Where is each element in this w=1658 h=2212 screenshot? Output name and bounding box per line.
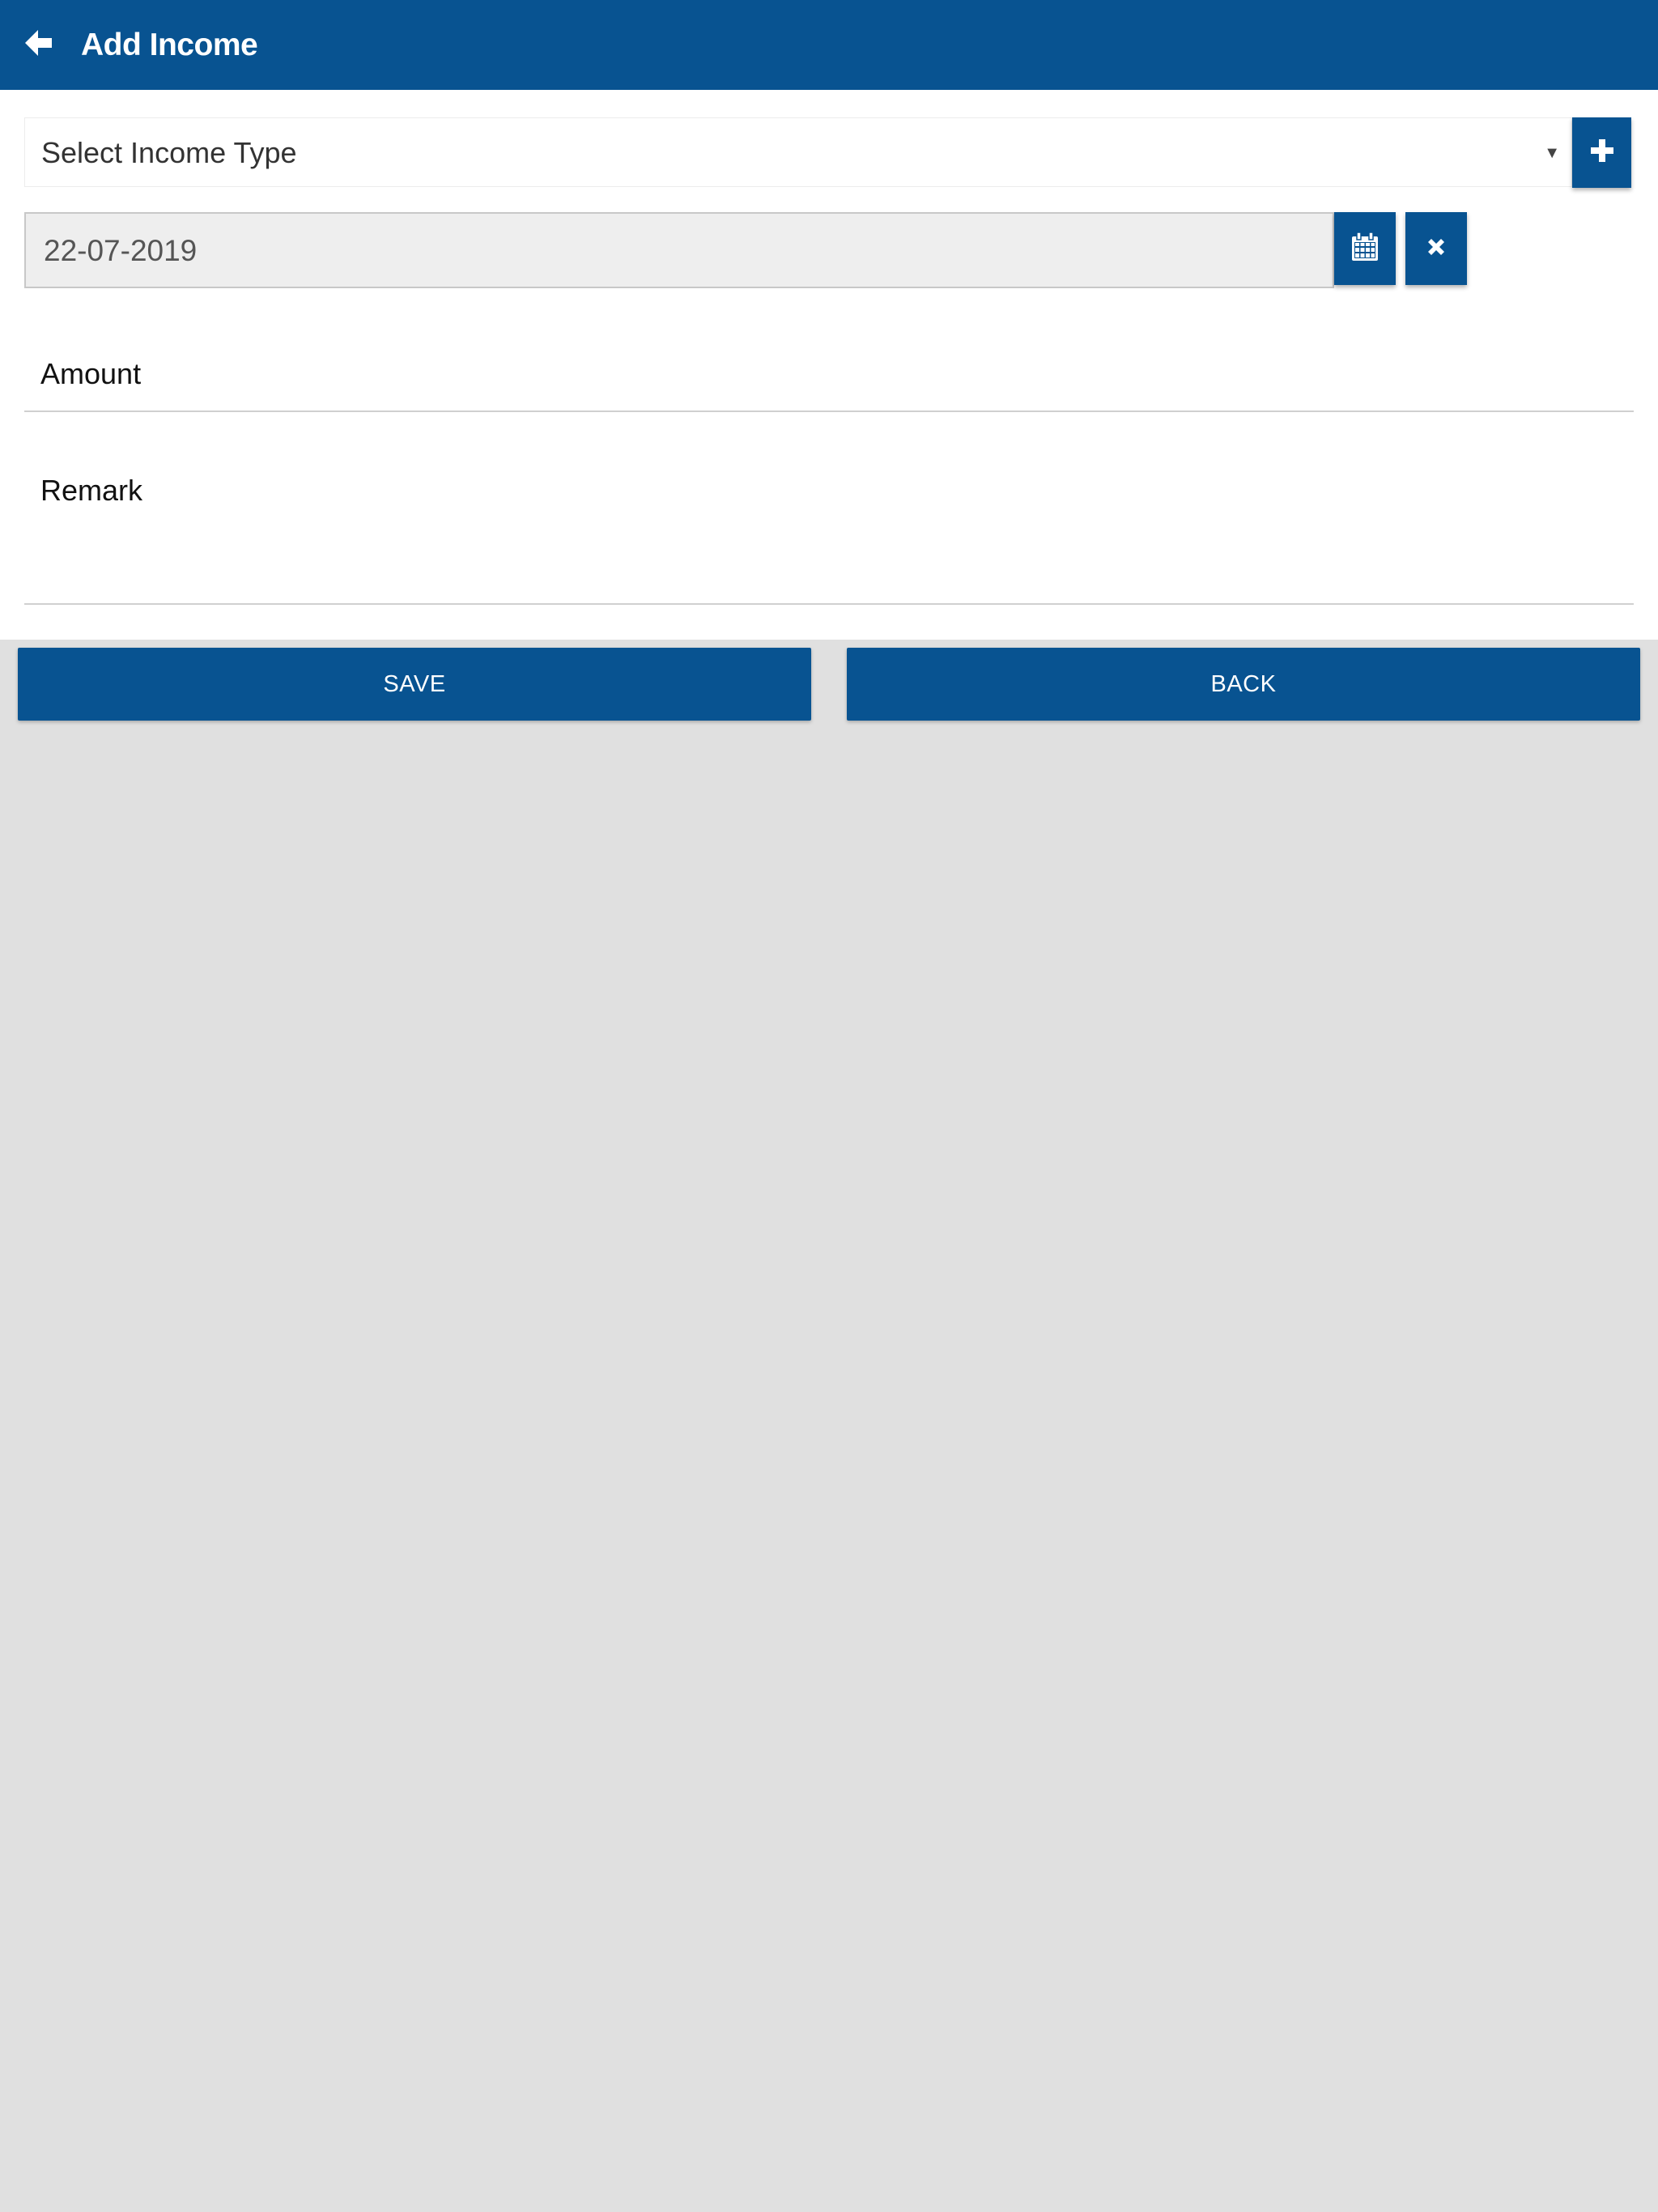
clear-date-button[interactable] bbox=[1405, 212, 1467, 285]
remark-placeholder: Remark bbox=[40, 474, 143, 507]
save-button[interactable]: SAVE bbox=[18, 648, 811, 721]
app-header: Add Income bbox=[0, 0, 1658, 90]
income-form: Select Income Type ▼ 22-07-2019 Amount R… bbox=[0, 90, 1658, 640]
amount-field[interactable]: Amount bbox=[24, 325, 1634, 412]
date-field[interactable]: 22-07-2019 bbox=[24, 212, 1334, 288]
plus-icon bbox=[1589, 138, 1615, 168]
income-type-select[interactable]: Select Income Type ▼ bbox=[24, 117, 1572, 187]
chevron-down-icon: ▼ bbox=[1544, 144, 1560, 162]
app-root: Add Income Select Income Type ▼ 22-07-20… bbox=[0, 0, 1658, 2212]
calendar-button[interactable] bbox=[1334, 212, 1396, 285]
remark-field[interactable]: Remark bbox=[24, 445, 1634, 605]
date-value: 22-07-2019 bbox=[44, 234, 198, 267]
amount-placeholder: Amount bbox=[40, 357, 142, 390]
calendar-icon bbox=[1350, 231, 1380, 266]
back-button[interactable]: BACK bbox=[847, 648, 1640, 721]
close-icon bbox=[1424, 235, 1448, 263]
add-income-type-button[interactable] bbox=[1572, 117, 1631, 188]
income-type-selected-value: Select Income Type bbox=[41, 136, 297, 169]
page-title: Add Income bbox=[81, 28, 258, 62]
arrow-left-icon[interactable] bbox=[21, 25, 57, 61]
